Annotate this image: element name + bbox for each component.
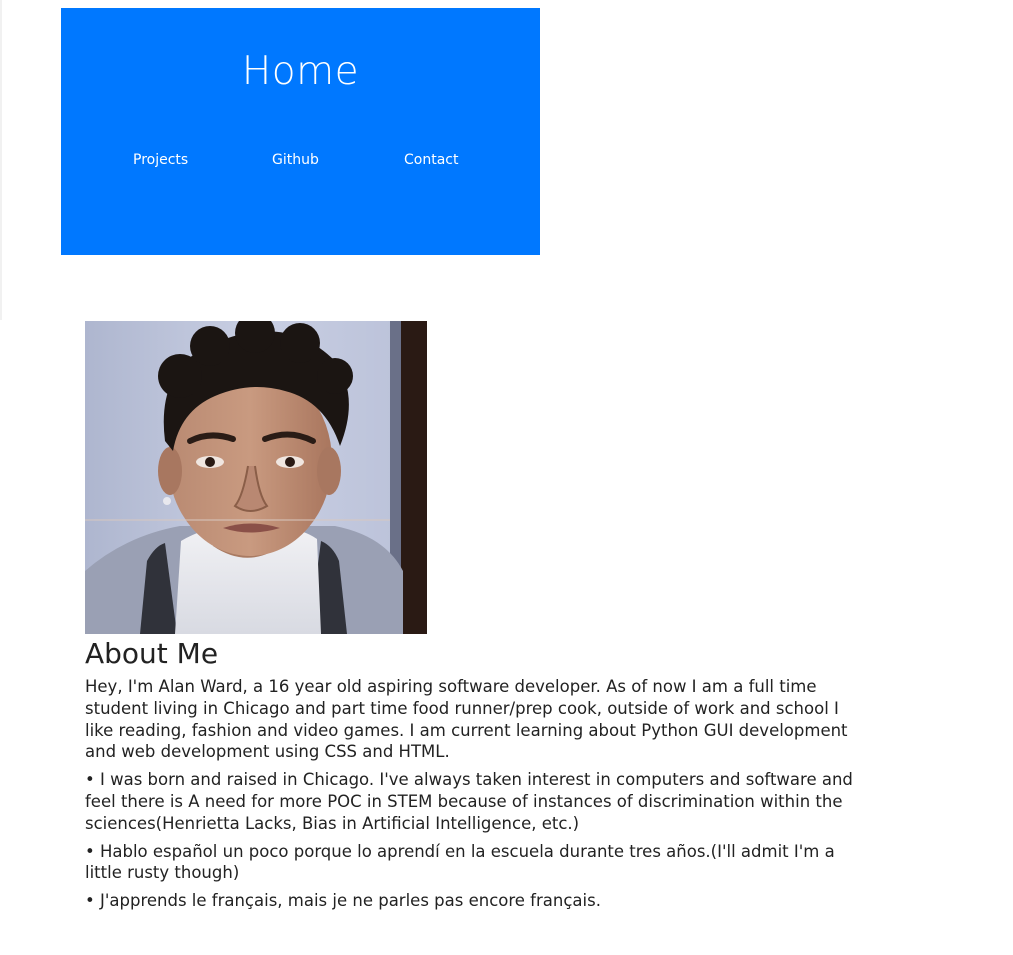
nav-link-github[interactable]: Github <box>272 150 319 170</box>
header-banner: Home Projects Github Contact <box>61 8 540 255</box>
about-section: About Me Hey, I'm Alan Ward, a 16 year o… <box>85 636 853 918</box>
about-intro-paragraph: Hey, I'm Alan Ward, a 16 year old aspiri… <box>85 677 848 762</box>
about-bullet-chicago: • I was born and raised in Chicago. I've… <box>85 770 853 833</box>
page: Home Projects Github Contact About Me He… <box>0 0 1013 955</box>
nav-link-projects[interactable]: Projects <box>133 150 188 170</box>
main-nav: Projects Github Contact <box>61 150 540 170</box>
about-bullet-spanish: • Hablo español un poco porque lo aprend… <box>85 841 835 883</box>
page-title: Home <box>241 49 360 94</box>
page-edge-divider <box>0 0 2 320</box>
nav-link-contact[interactable]: Contact <box>404 150 458 170</box>
profile-photo <box>85 321 427 634</box>
about-heading: About Me <box>85 637 219 670</box>
about-bullet-french: • J'apprends le français, mais je ne par… <box>85 891 601 911</box>
